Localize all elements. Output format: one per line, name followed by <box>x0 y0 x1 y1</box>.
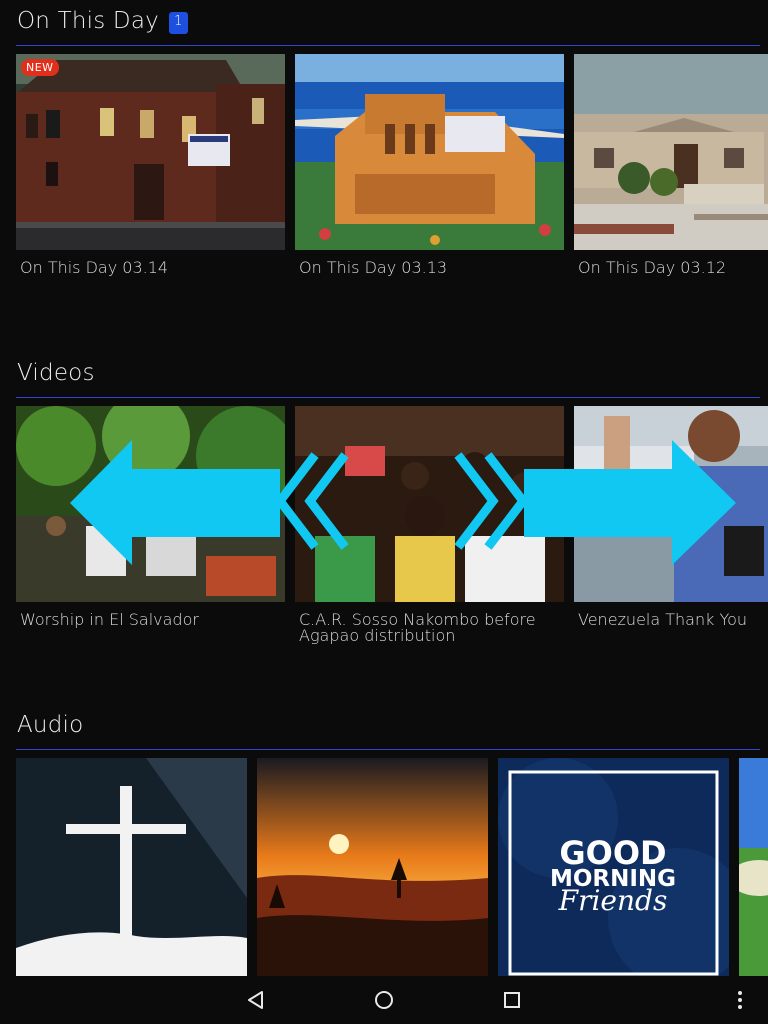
overflow-menu-button[interactable] <box>716 976 764 1024</box>
on-this-day-card[interactable]: NEW On This Day 03.14 <box>16 54 285 276</box>
section-divider <box>16 397 760 398</box>
section-title-audio: Audio <box>17 712 84 738</box>
card-caption: On This Day 03.14 <box>20 258 169 277</box>
audio-card-sunset[interactable] <box>257 758 488 976</box>
home-circle-icon <box>375 991 393 1009</box>
on-this-day-thumbnail[interactable]: NEW <box>16 54 285 250</box>
section-title-on-this-day-text: On This Day <box>17 8 159 34</box>
section-title-on-this-day: On This Day 1 <box>17 8 188 34</box>
on-this-day-card[interactable]: On This Day 03.13 <box>295 54 564 276</box>
home-button[interactable] <box>360 976 408 1024</box>
overflow-menu-icon <box>738 991 742 1009</box>
card-caption: C.A.R. Sosso Nakombo before Agapao distr… <box>299 610 536 645</box>
on-this-day-thumbnail[interactable] <box>295 54 564 250</box>
sun-icon <box>329 834 349 854</box>
on-this-day-row[interactable]: NEW On This Day 03.14 On This Day 03.13 … <box>16 54 768 304</box>
audio-card-field[interactable] <box>739 758 768 976</box>
audio-card-good-morning[interactable]: GOOD MORNING Friends <box>498 758 729 976</box>
video-thumbnail[interactable] <box>295 406 564 602</box>
section-title-videos: Videos <box>17 360 95 386</box>
section-divider <box>16 45 760 46</box>
video-thumbnail[interactable] <box>16 406 285 602</box>
video-thumbnail[interactable] <box>574 406 768 602</box>
cross-icon <box>120 786 132 946</box>
recents-square-icon <box>504 992 520 1008</box>
card-caption: Worship in El Salvador <box>20 610 199 629</box>
videos-row[interactable]: Worship in El Salvador C.A.R. Sosso Nako… <box>16 406 768 656</box>
good-morning-line-3: Friends <box>558 884 668 917</box>
recents-button[interactable] <box>488 976 536 1024</box>
system-navigation-bar <box>0 976 768 1024</box>
new-badge: NEW <box>21 59 59 76</box>
back-button[interactable] <box>232 976 280 1024</box>
section-divider <box>16 749 760 750</box>
on-this-day-card[interactable]: On This Day 03.12 <box>574 54 768 276</box>
video-card[interactable]: Worship in El Salvador <box>16 406 285 628</box>
video-card[interactable]: Venezuela Thank You <box>574 406 768 628</box>
audio-row[interactable]: GOOD MORNING Friends <box>16 758 768 976</box>
video-card[interactable]: C.A.R. Sosso Nakombo before Agapao distr… <box>295 406 564 644</box>
audio-card-cross[interactable] <box>16 758 247 976</box>
back-triangle-icon <box>248 991 263 1009</box>
card-caption: On This Day 03.13 <box>299 258 448 277</box>
on-this-day-thumbnail[interactable] <box>574 54 768 250</box>
count-badge: 1 <box>168 12 188 34</box>
card-caption: Venezuela Thank You <box>578 610 748 629</box>
card-caption: On This Day 03.12 <box>578 258 727 277</box>
